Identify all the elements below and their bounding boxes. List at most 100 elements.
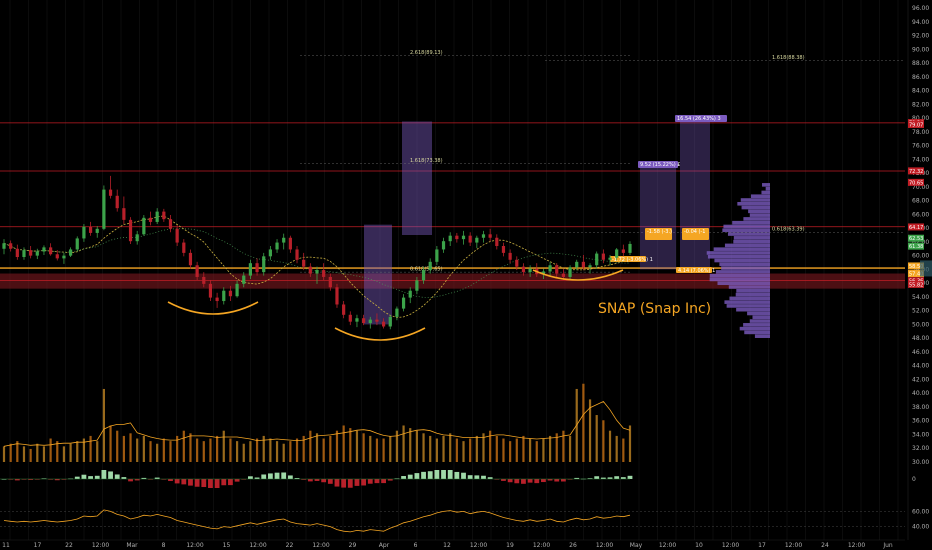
- volume-bar: [96, 441, 99, 462]
- candle-body: [168, 219, 173, 229]
- volume-bar: [295, 438, 299, 462]
- price-tick-label: 74.00: [912, 156, 929, 163]
- volume-bar: [628, 425, 632, 462]
- macd-bar: [594, 476, 600, 479]
- candle-body: [348, 314, 352, 322]
- time-tick-label: 12:00: [92, 542, 109, 549]
- volume-bar: [76, 441, 79, 462]
- candle-body: [88, 226, 93, 233]
- time-tick-label: Jun: [882, 542, 893, 549]
- volume-profile-bar: [736, 307, 770, 312]
- candle-body: [288, 237, 292, 250]
- candle-body: [95, 228, 99, 233]
- candle-body: [601, 253, 605, 260]
- price-tag-label: 72.32: [909, 169, 923, 175]
- time-tick-label: 8: [162, 542, 166, 549]
- candle-body: [35, 251, 39, 256]
- macd-bar: [407, 474, 413, 479]
- volume-bar: [602, 420, 605, 462]
- volume-profile-bar: [727, 232, 770, 236]
- candle-body: [155, 211, 159, 222]
- volume-bar: [2, 446, 6, 462]
- measure-box-label: -0.04 (-1: [684, 229, 705, 235]
- candle-body: [428, 261, 432, 271]
- volume-bar: [442, 435, 445, 462]
- candle-body: [475, 237, 479, 243]
- fib-label: 0.618(57.65): [410, 267, 443, 273]
- time-tick-label: 12:00: [186, 542, 203, 549]
- candle-body: [401, 297, 406, 309]
- volume-bar: [402, 425, 405, 462]
- volume-profile-bar: [765, 186, 770, 191]
- candle-body: [368, 319, 372, 324]
- volume-bar: [189, 433, 192, 462]
- snap-price-chart[interactable]: 2.618(89.13) 1.618(73.38) 0.618(57.65) 1.61…: [0, 0, 932, 550]
- candle-body: [588, 265, 592, 268]
- price-tag-label: 61.38: [909, 244, 923, 250]
- volume-bar: [22, 446, 26, 462]
- macd-bar: [327, 479, 333, 484]
- candle-body: [435, 249, 439, 262]
- macd-bar: [81, 474, 87, 479]
- measure-box-label: -1.72 (-3.06%) 1: [612, 257, 653, 263]
- volume-bar: [116, 430, 119, 462]
- candle-body: [508, 252, 512, 260]
- measure-box-label: 9.52 (15.22%) £: [640, 162, 680, 168]
- volume-bar: [595, 415, 598, 462]
- volume-bar: [429, 435, 432, 462]
- candle-body: [162, 211, 166, 220]
- volume-bar: [515, 438, 518, 462]
- volume-profile-bar: [750, 194, 770, 198]
- volume-profile-bar: [743, 217, 770, 221]
- price-tick-label: 44.00: [912, 363, 929, 370]
- candle-body: [222, 290, 226, 302]
- candle-body: [142, 217, 146, 235]
- candle-body: [615, 249, 619, 258]
- volume-profile-bar: [729, 296, 770, 301]
- candle-body: [415, 280, 419, 291]
- volume-bar: [449, 433, 452, 462]
- fib-label: 1.618(88.38): [772, 55, 805, 61]
- volume-bar: [542, 438, 545, 462]
- candle-body: [441, 241, 446, 250]
- price-tick-label: 88.00: [912, 60, 929, 67]
- macd-bar: [281, 472, 287, 479]
- volume-bar: [209, 438, 212, 462]
- volume-bar: [216, 435, 219, 462]
- candle-body: [342, 304, 346, 315]
- macd-bar: [307, 479, 313, 482]
- volume-bar: [329, 435, 332, 462]
- candle-body: [595, 253, 599, 266]
- price-tick-label: 40.00: [912, 390, 929, 397]
- volume-profile-bar: [709, 273, 770, 278]
- volume-bar: [109, 425, 112, 462]
- volume-bar: [622, 438, 625, 462]
- price-tick-label: 30.00: [912, 459, 929, 466]
- candle-body: [335, 287, 339, 305]
- volume-bar: [568, 435, 572, 462]
- candle-body: [362, 318, 366, 324]
- macd-bar: [221, 479, 227, 486]
- volume-bar: [322, 438, 325, 462]
- candle-body: [608, 257, 612, 260]
- candle-body: [628, 243, 632, 253]
- measure-box-label: 4.14 (7.06%) 1: [678, 268, 715, 274]
- price-tick-label: 76.00: [912, 143, 929, 150]
- candle-body: [188, 252, 193, 266]
- macd-bar: [367, 479, 373, 484]
- measure-box-label: -1.58 (-3.): [647, 229, 672, 235]
- candle-body: [215, 297, 219, 302]
- candle-body: [501, 246, 506, 253]
- price-tick-label: 38.00: [912, 404, 929, 411]
- volume-bar: [136, 438, 139, 462]
- volume-profile-bar: [723, 224, 770, 229]
- macd-bar: [228, 479, 233, 486]
- volume-bar: [469, 438, 472, 462]
- macd-bar: [201, 479, 207, 488]
- candle-body: [202, 276, 206, 284]
- time-tick-label: 29: [349, 542, 357, 549]
- volume-bar: [522, 435, 525, 462]
- candle-body: [262, 256, 266, 273]
- macd-bar: [194, 479, 200, 487]
- candle-body: [521, 266, 526, 273]
